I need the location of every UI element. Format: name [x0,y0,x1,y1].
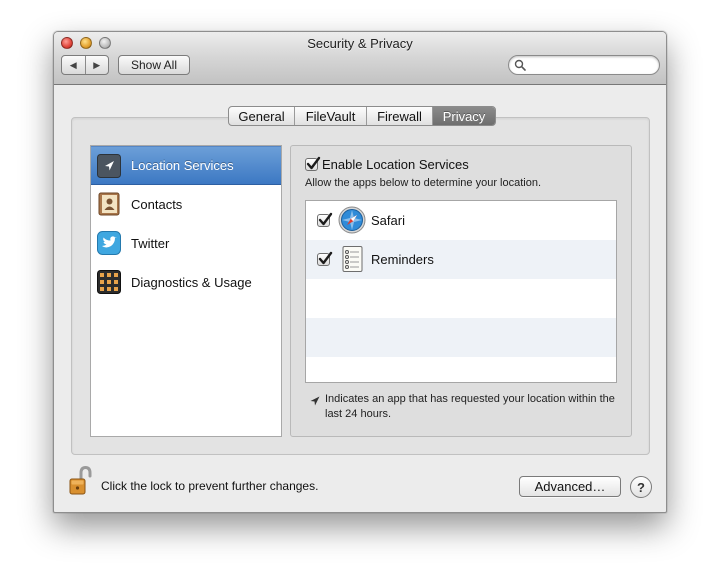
list-item-empty [306,279,616,318]
reminders-list-icon [342,246,363,272]
contacts-book-icon [98,192,120,216]
checkmark-icon [306,156,321,170]
forward-button[interactable]: ▶ [86,56,109,74]
sidebar-item-label: Location Services [131,158,234,173]
unlocked-padlock-icon[interactable] [69,466,93,496]
enable-location-row: Enable Location Services [305,156,469,172]
enable-location-label: Enable Location Services [322,157,469,172]
titlebar[interactable]: Security & Privacy ◀ ▶ Show All [54,32,666,85]
search-icon [514,59,526,71]
tab-general[interactable]: General [229,107,295,125]
search-field[interactable] [508,55,660,75]
security-privacy-window: Security & Privacy ◀ ▶ Show All General … [53,31,667,513]
sidebar-item-label: Diagnostics & Usage [131,275,252,290]
list-item-empty [306,357,616,382]
diagnostics-grid-icon [97,270,121,294]
sidebar-item-diagnostics[interactable]: Diagnostics & Usage [91,263,281,302]
reminders-location-checkbox[interactable] [317,251,333,266]
sidebar-item-label: Contacts [131,197,183,212]
location-app-list: Safari Reminders [305,200,617,383]
tab-firewall[interactable]: Firewall [367,107,433,125]
list-item-safari[interactable]: Safari [306,201,616,240]
location-arrow-icon [310,396,320,406]
checkmark-icon [318,212,333,226]
location-services-panel: Enable Location Services Allow the apps … [290,145,632,437]
tab-filevault[interactable]: FileVault [295,107,367,125]
enable-location-checkbox[interactable] [305,156,321,171]
list-item-empty [306,318,616,357]
help-button[interactable]: ? [630,476,652,498]
back-forward-control: ◀ ▶ [61,55,109,75]
sidebar-item-contacts[interactable]: Contacts [91,185,281,224]
list-item-reminders[interactable]: Reminders [306,240,616,279]
checkmark-icon [318,251,333,265]
location-legend-text: Indicates an app that has requested your… [325,393,615,420]
sidebar-item-label: Twitter [131,236,170,251]
privacy-sidebar: Location Services Contacts Twitter Diagn… [90,145,282,437]
app-label: Reminders [371,252,434,267]
back-button[interactable]: ◀ [62,56,86,74]
location-arrow-icon [97,154,121,178]
advanced-button[interactable]: Advanced… [519,476,621,497]
twitter-bird-icon [97,231,121,255]
safari-compass-icon [338,206,366,234]
tab-privacy[interactable]: Privacy [433,107,495,125]
app-label: Safari [371,213,405,228]
show-all-button[interactable]: Show All [118,55,190,75]
lock-status-text: Click the lock to prevent further change… [101,479,319,493]
location-hint-text: Allow the apps below to determine your l… [305,177,542,189]
window-title: Security & Privacy [307,36,413,51]
sidebar-item-twitter[interactable]: Twitter [91,224,281,263]
tab-bar: General FileVault Firewall Privacy [228,106,496,126]
sidebar-item-location-services[interactable]: Location Services [91,146,281,185]
safari-location-checkbox[interactable] [317,212,333,227]
